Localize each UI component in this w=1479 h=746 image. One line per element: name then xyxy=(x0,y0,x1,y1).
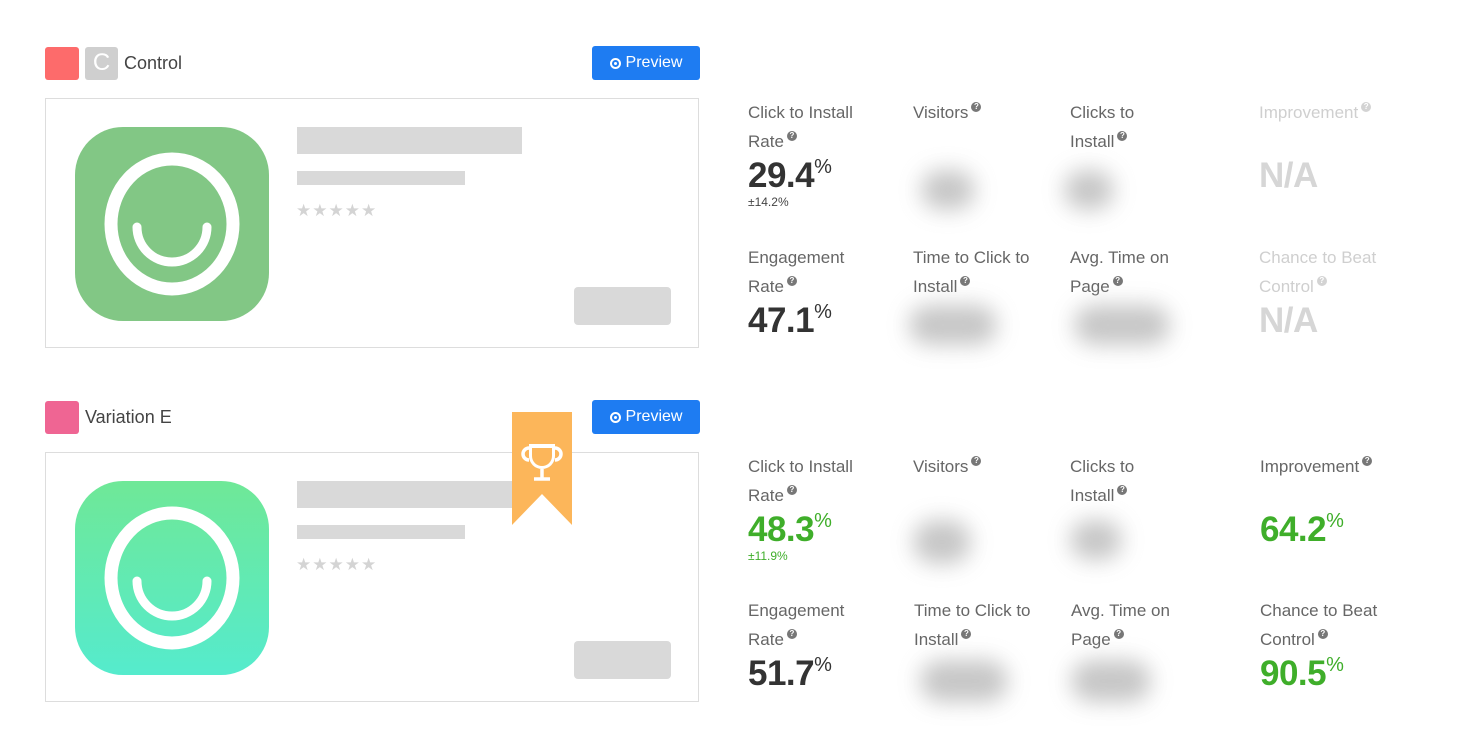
stat-label: Visitors xyxy=(913,103,969,122)
app-icon xyxy=(75,481,269,675)
stat-chance-to-beat: Chance to Beat Control? N/A xyxy=(1259,243,1409,341)
stat-visitors: Visitors? xyxy=(913,452,1063,564)
install-button-placeholder xyxy=(574,287,671,325)
variant-color-swatch xyxy=(45,46,79,80)
variant-color-swatch xyxy=(45,400,79,434)
app-subtitle-placeholder xyxy=(297,171,465,185)
stat-click-to-install-rate: Click to Install Rate? 48.3% ±11.9% xyxy=(748,452,898,562)
help-icon[interactable]: ? xyxy=(1112,276,1123,286)
stat-value: 29.4% xyxy=(748,156,832,195)
preview-label: Preview xyxy=(625,54,683,71)
stat-clicks-to-install: Clicks to Install? xyxy=(1064,98,1220,210)
redacted-value xyxy=(913,520,971,564)
app-listing-preview: ★★★★★ xyxy=(45,452,699,702)
help-icon[interactable]: ? xyxy=(1113,629,1124,639)
preview-button[interactable]: Preview xyxy=(592,400,700,434)
eye-icon xyxy=(609,411,621,423)
stat-click-to-install-rate: Click to Install Rate? 29.4% ±14.2% xyxy=(748,98,898,208)
stat-time-to-click: Time to Click to Install? xyxy=(914,596,1064,702)
stat-label: Improvement xyxy=(1259,103,1359,122)
redacted-value xyxy=(1070,520,1122,560)
stat-label: Avg. Time on Page xyxy=(1071,601,1170,649)
stat-value: 48.3% xyxy=(748,510,832,549)
app-title-placeholder xyxy=(297,481,522,508)
smile-logo-icon xyxy=(104,152,240,296)
help-icon[interactable]: ? xyxy=(786,485,797,495)
preview-button[interactable]: Preview xyxy=(592,46,700,80)
stat-time-to-click: Time to Click to Install? xyxy=(909,243,1063,345)
stat-label: Chance to Beat Control xyxy=(1259,248,1377,296)
help-icon[interactable]: ? xyxy=(960,276,971,286)
stat-value: N/A xyxy=(1259,301,1318,340)
variant-name: Control xyxy=(124,52,183,73)
stat-clicks-to-install: Clicks to Install? xyxy=(1070,452,1220,560)
stat-value: 47.1% xyxy=(748,301,832,340)
help-icon[interactable]: ? xyxy=(1117,131,1128,141)
redacted-value xyxy=(1064,170,1114,210)
stat-avg-time-on-page: Avg. Time on Page? xyxy=(1071,596,1221,702)
app-title-placeholder xyxy=(297,127,522,154)
app-icon xyxy=(75,127,269,321)
stat-engagement-rate: Engagement Rate? 47.1% xyxy=(748,243,898,341)
stat-label: Click to Install Rate xyxy=(748,457,853,505)
stat-chance-to-beat: Chance to Beat Control? 90.5% xyxy=(1260,596,1410,694)
help-icon[interactable]: ? xyxy=(1362,456,1373,466)
stat-margin: ±14.2% xyxy=(748,195,789,209)
stat-label: Time to Click to Install xyxy=(914,601,1031,649)
stat-value: N/A xyxy=(1259,156,1318,195)
redacted-value xyxy=(909,305,997,345)
preview-label: Preview xyxy=(625,408,683,425)
install-button-placeholder xyxy=(574,641,671,679)
variant-header: C Control xyxy=(45,46,182,80)
redacted-value xyxy=(921,170,975,210)
rating-stars-icon: ★★★★★ xyxy=(296,555,378,574)
stat-label: Visitors xyxy=(913,457,969,476)
help-icon[interactable]: ? xyxy=(1361,102,1372,112)
stat-avg-time-on-page: Avg. Time on Page? xyxy=(1070,243,1220,345)
control-badge: C xyxy=(85,46,118,80)
stat-margin: ±11.9% xyxy=(748,549,788,563)
stat-label: Clicks to Install xyxy=(1070,103,1135,151)
help-icon[interactable]: ? xyxy=(1317,629,1328,639)
help-icon[interactable]: ? xyxy=(786,629,797,639)
stat-label: Clicks to Install xyxy=(1070,457,1135,505)
stat-value: 90.5% xyxy=(1260,654,1344,693)
app-subtitle-placeholder xyxy=(297,525,465,539)
winner-ribbon xyxy=(512,412,572,525)
variant-variation-e: Variation E Preview ★★★★★ Click to Insta… xyxy=(0,400,1479,740)
stat-value: 64.2% xyxy=(1260,510,1344,549)
redacted-value xyxy=(1071,660,1151,702)
stat-value: 51.7% xyxy=(748,654,832,693)
help-icon[interactable]: ? xyxy=(961,629,972,639)
stat-label: Avg. Time on Page xyxy=(1070,248,1169,296)
variant-header: Variation E xyxy=(45,400,172,434)
stat-label: Engagement Rate xyxy=(748,248,845,296)
eye-icon xyxy=(609,57,621,69)
stat-engagement-rate: Engagement Rate? 51.7% xyxy=(748,596,898,694)
variant-name: Variation E xyxy=(85,406,172,427)
stat-improvement: Improvement? N/A xyxy=(1259,98,1409,196)
smile-logo-icon xyxy=(104,506,240,650)
variant-control: C Control Preview ★★★★★ Click to Install… xyxy=(0,46,1479,386)
redacted-value xyxy=(1074,305,1170,345)
help-icon[interactable]: ? xyxy=(1316,276,1327,286)
stat-label: Chance to Beat Control xyxy=(1260,601,1378,649)
stat-label: Improvement xyxy=(1260,457,1360,476)
redacted-value xyxy=(920,660,1008,702)
app-listing-preview: ★★★★★ xyxy=(45,98,699,348)
stat-label: Click to Install Rate xyxy=(748,103,853,151)
help-icon[interactable]: ? xyxy=(971,102,982,112)
help-icon[interactable]: ? xyxy=(971,456,982,466)
help-icon[interactable]: ? xyxy=(786,131,797,141)
stat-label: Time to Click to Install xyxy=(913,248,1030,296)
help-icon[interactable]: ? xyxy=(1117,485,1128,495)
stat-label: Engagement Rate xyxy=(748,601,845,649)
help-icon[interactable]: ? xyxy=(786,276,797,286)
stat-visitors: Visitors? xyxy=(913,98,1063,210)
stat-improvement: Improvement? 64.2% xyxy=(1260,452,1410,550)
rating-stars-icon: ★★★★★ xyxy=(296,201,378,220)
